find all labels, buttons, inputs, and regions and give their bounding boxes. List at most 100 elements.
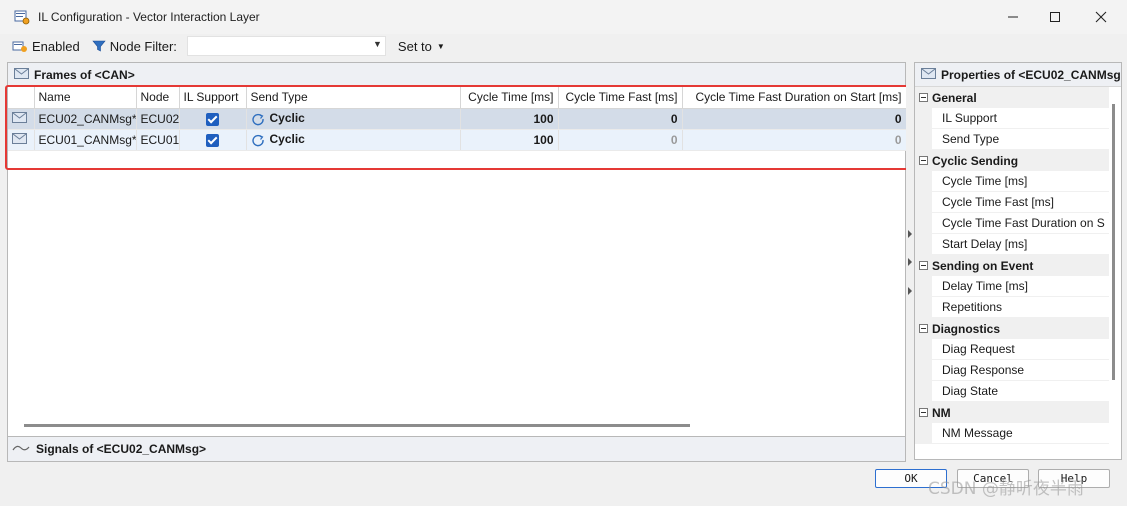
maximize-button[interactable]: [1032, 0, 1078, 34]
app-config-icon: [14, 9, 30, 25]
send-type-label: Cyclic: [269, 111, 305, 126]
property-category: NM NM Message: [915, 402, 1121, 444]
cell-cycle-time-fast[interactable]: 0: [558, 129, 683, 151]
cell-cycle-time[interactable]: 100: [460, 129, 559, 151]
frame-message-icon: [921, 67, 936, 82]
set-to-button[interactable]: Set to ▼: [394, 35, 449, 57]
set-to-label: Set to: [397, 38, 432, 54]
property-category: Diagnostics Diag Request Diag Response D…: [915, 318, 1121, 402]
collapse-icon[interactable]: [919, 261, 928, 270]
properties-panel-header: Properties of <ECU02_CANMsg>: [915, 63, 1121, 87]
signals-panel-title: Signals of <ECU02_CANMsg>: [36, 442, 207, 456]
close-icon: [1095, 11, 1107, 23]
category-label: Cyclic Sending: [932, 153, 1019, 168]
node-filter-dropdown[interactable]: ▼: [186, 36, 386, 56]
window-title: IL Configuration - Vector Interaction La…: [38, 10, 260, 24]
close-button[interactable]: [1078, 0, 1124, 34]
property-cycle-time[interactable]: Cycle Time [ms]: [915, 171, 1109, 192]
il-support-checkbox[interactable]: [206, 133, 219, 147]
cyclic-icon: [251, 134, 264, 147]
enabled-label: Enabled: [32, 38, 80, 54]
collapse-icon[interactable]: [919, 156, 928, 165]
table-row[interactable]: ECU01_CANMsg* ECU01 Cyclic 100 0 0: [8, 129, 907, 151]
cell-cycle-time[interactable]: 100: [460, 108, 559, 130]
property-send-type[interactable]: Send Type: [915, 129, 1109, 150]
ok-button[interactable]: OK: [875, 469, 947, 488]
category-general[interactable]: General: [915, 87, 1109, 108]
column-header-node[interactable]: Node: [136, 87, 180, 109]
column-header-fast-duration[interactable]: Cycle Time Fast Duration on Start [ms]: [682, 87, 907, 109]
cyclic-icon: [251, 113, 264, 126]
funnel-filter-icon: [92, 40, 106, 52]
collapse-icon[interactable]: [919, 408, 928, 417]
property-il-support[interactable]: IL Support: [915, 108, 1109, 129]
cell-name[interactable]: ECU01_CANMsg*: [34, 129, 137, 151]
cell-name[interactable]: ECU02_CANMsg*: [34, 108, 137, 130]
property-diag-response[interactable]: Diag Response: [915, 360, 1109, 381]
toolbar: Enabled Node Filter: ▼ Set to ▼: [0, 34, 1127, 58]
category-nm[interactable]: NM: [915, 402, 1109, 423]
send-type-label: Cyclic: [269, 132, 305, 147]
property-repetitions[interactable]: Repetitions: [915, 297, 1109, 318]
dropdown-arrow-icon: ▼: [436, 41, 445, 51]
cancel-button[interactable]: Cancel: [957, 469, 1029, 488]
title-bar: IL Configuration - Vector Interaction La…: [0, 0, 1127, 34]
help-button[interactable]: Help: [1038, 469, 1110, 488]
column-header-send-type[interactable]: Send Type: [246, 87, 461, 109]
cell-il-support[interactable]: [179, 108, 247, 130]
cell-fast-duration[interactable]: 0: [682, 129, 907, 151]
minimize-icon: [1008, 16, 1018, 18]
property-delay-time[interactable]: Delay Time [ms]: [915, 276, 1109, 297]
property-diag-request[interactable]: Diag Request: [915, 339, 1109, 360]
column-header-name[interactable]: Name: [34, 87, 137, 109]
cell-node[interactable]: ECU02: [136, 108, 180, 130]
property-nm-message[interactable]: NM Message: [915, 423, 1109, 444]
il-support-checkbox[interactable]: [206, 112, 219, 126]
property-category: General IL Support Send Type: [915, 87, 1121, 150]
property-fast-duration[interactable]: Cycle Time Fast Duration on S: [915, 213, 1109, 234]
cell-send-type[interactable]: Cyclic: [246, 108, 461, 130]
cell-node[interactable]: ECU01: [136, 129, 180, 151]
horizontal-scrollbar[interactable]: [24, 424, 690, 427]
table-row[interactable]: ECU02_CANMsg* ECU02 Cyclic 100 0 0: [8, 108, 907, 130]
node-filter-label: Node Filter:: [109, 38, 177, 54]
maximize-icon: [1050, 12, 1060, 22]
cell-il-support[interactable]: [179, 129, 247, 151]
property-category: Sending on Event Delay Time [ms] Repetit…: [915, 255, 1121, 318]
minimize-button[interactable]: [990, 0, 1036, 34]
splitter-grip-icon: [908, 287, 912, 295]
splitter-grip-icon: [908, 258, 912, 266]
category-cyclic-sending[interactable]: Cyclic Sending: [915, 150, 1109, 171]
cell-send-type[interactable]: Cyclic: [246, 129, 461, 151]
collapse-icon[interactable]: [919, 324, 928, 333]
column-header-cycle-time[interactable]: Cycle Time [ms]: [460, 87, 559, 109]
column-header-il-support[interactable]: IL Support: [179, 87, 247, 109]
cell-fast-duration[interactable]: 0: [682, 108, 907, 130]
property-cycle-time-fast[interactable]: Cycle Time Fast [ms]: [915, 192, 1109, 213]
panel-splitter[interactable]: [906, 62, 914, 462]
properties-panel: Properties of <ECU02_CANMsg> General IL …: [914, 62, 1122, 460]
cell-cycle-time-fast[interactable]: 0: [558, 108, 683, 130]
property-diag-state[interactable]: Diag State: [915, 381, 1109, 402]
collapse-icon[interactable]: [919, 93, 928, 102]
category-label: Diagnostics: [932, 321, 1001, 336]
frames-table: Name Node IL Support Send Type Cycle Tim…: [8, 87, 907, 151]
row-message-icon: [8, 108, 35, 130]
enabled-button[interactable]: Enabled: [8, 35, 84, 57]
column-header-icon[interactable]: [8, 87, 35, 109]
category-diagnostics[interactable]: Diagnostics: [915, 318, 1109, 339]
frames-panel: Frames of <CAN> Name Node IL Support Sen…: [7, 62, 907, 460]
frames-panel-header: Frames of <CAN>: [8, 63, 905, 87]
property-start-delay[interactable]: Start Delay [ms]: [915, 234, 1109, 255]
category-label: Sending on Event: [932, 258, 1034, 273]
frames-panel-title: Frames of <CAN>: [34, 67, 135, 82]
properties-panel-title: Properties of <ECU02_CANMsg>: [941, 67, 1121, 82]
properties-vertical-scrollbar[interactable]: [1112, 104, 1115, 380]
column-header-cycle-time-fast[interactable]: Cycle Time Fast [ms]: [558, 87, 683, 109]
signal-wave-icon: [12, 442, 30, 456]
category-sending-on-event[interactable]: Sending on Event: [915, 255, 1109, 276]
row-message-icon: [8, 129, 35, 151]
property-category: Cyclic Sending Cycle Time [ms] Cycle Tim…: [915, 150, 1121, 255]
signals-panel-header[interactable]: Signals of <ECU02_CANMsg>: [7, 436, 906, 462]
category-label: General: [932, 90, 977, 105]
